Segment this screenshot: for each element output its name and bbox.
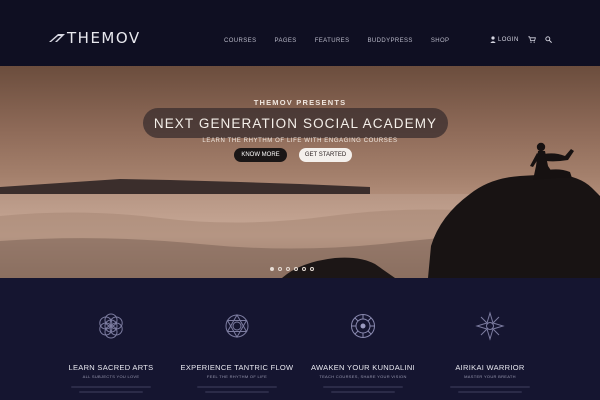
feature-description bbox=[197, 383, 277, 393]
main-nav: COURSES PAGES FEATURES BUDDYPRESS SHOP bbox=[224, 38, 467, 44]
logo-mark-icon bbox=[49, 34, 65, 42]
feature-subtitle: FEEL THE RHYTHM OF LIFE bbox=[206, 374, 268, 379]
slider-dot[interactable] bbox=[302, 267, 306, 271]
feature-title: LEARN SACRED ARTS bbox=[68, 363, 154, 372]
header-actions: LOGIN bbox=[490, 36, 552, 43]
feature-subtitle: ALL SUBJECTS YOU LOVE bbox=[82, 374, 140, 379]
logo-text: THEMOV bbox=[67, 29, 141, 47]
cart-button[interactable] bbox=[527, 36, 536, 43]
hero-title: NEXT GENERATION SOCIAL ACADEMY bbox=[153, 115, 438, 131]
feature-description bbox=[323, 383, 403, 393]
feature-title: AIRIKAI WARRIOR bbox=[455, 363, 525, 372]
search-button[interactable] bbox=[545, 36, 552, 43]
nav-item-pages[interactable]: PAGES bbox=[274, 38, 296, 44]
hero-slider: THEMOV PRESENTS NEXT GENERATION SOCIAL A… bbox=[0, 66, 600, 278]
slider-dot[interactable] bbox=[270, 267, 274, 271]
nav-item-buddypress[interactable]: BUDDYPRESS bbox=[367, 38, 412, 44]
hero-buttons: KNOW MORE GET STARTED bbox=[234, 148, 352, 162]
login-label: LOGIN bbox=[498, 36, 519, 43]
cart-icon bbox=[527, 36, 536, 43]
nav-item-shop[interactable]: SHOP bbox=[431, 38, 450, 44]
feature-title: EXPERIENCE TANTRIC FLOW bbox=[180, 363, 294, 372]
site-logo[interactable]: THEMOV bbox=[48, 28, 141, 48]
mandala-icon bbox=[351, 314, 375, 338]
slider-dot[interactable] bbox=[294, 267, 298, 271]
login-link[interactable]: LOGIN bbox=[490, 36, 519, 43]
site-header: THEMOV COURSES PAGES FEATURES BUDDYPRESS… bbox=[0, 0, 600, 66]
flower-of-life-icon bbox=[99, 313, 123, 339]
slider-dot[interactable] bbox=[278, 267, 282, 271]
feature-subtitle: TEACH COURSES, SHARE YOUR VISION bbox=[319, 374, 407, 379]
feature-description bbox=[450, 383, 530, 393]
slider-pagination bbox=[270, 267, 314, 271]
star-burst-icon bbox=[475, 311, 505, 341]
feature-description bbox=[71, 383, 151, 393]
features-section: LEARN SACRED ARTS ALL SUBJECTS YOU LOVE … bbox=[0, 278, 600, 400]
hero-kicker: THEMOV PRESENTS bbox=[253, 98, 347, 107]
get-started-button[interactable]: GET STARTED bbox=[299, 148, 352, 162]
hero-subtitle: LEARN THE RHYTHM OF LIFE WITH ENGAGING C… bbox=[202, 138, 398, 144]
user-icon bbox=[490, 36, 496, 43]
nav-item-courses[interactable]: COURSES bbox=[224, 38, 256, 44]
sacred-geometry-icon bbox=[225, 313, 249, 339]
feature-subtitle: MASTER YOUR BREATH bbox=[464, 374, 516, 379]
know-more-button[interactable]: KNOW MORE bbox=[234, 148, 287, 162]
slider-dot[interactable] bbox=[310, 267, 314, 271]
slider-dot[interactable] bbox=[286, 267, 290, 271]
hero-title-pill: NEXT GENERATION SOCIAL ACADEMY bbox=[143, 108, 448, 138]
search-icon bbox=[545, 36, 552, 43]
feature-title: AWAKEN YOUR KUNDALINI bbox=[311, 363, 415, 372]
nav-item-features[interactable]: FEATURES bbox=[315, 38, 350, 44]
